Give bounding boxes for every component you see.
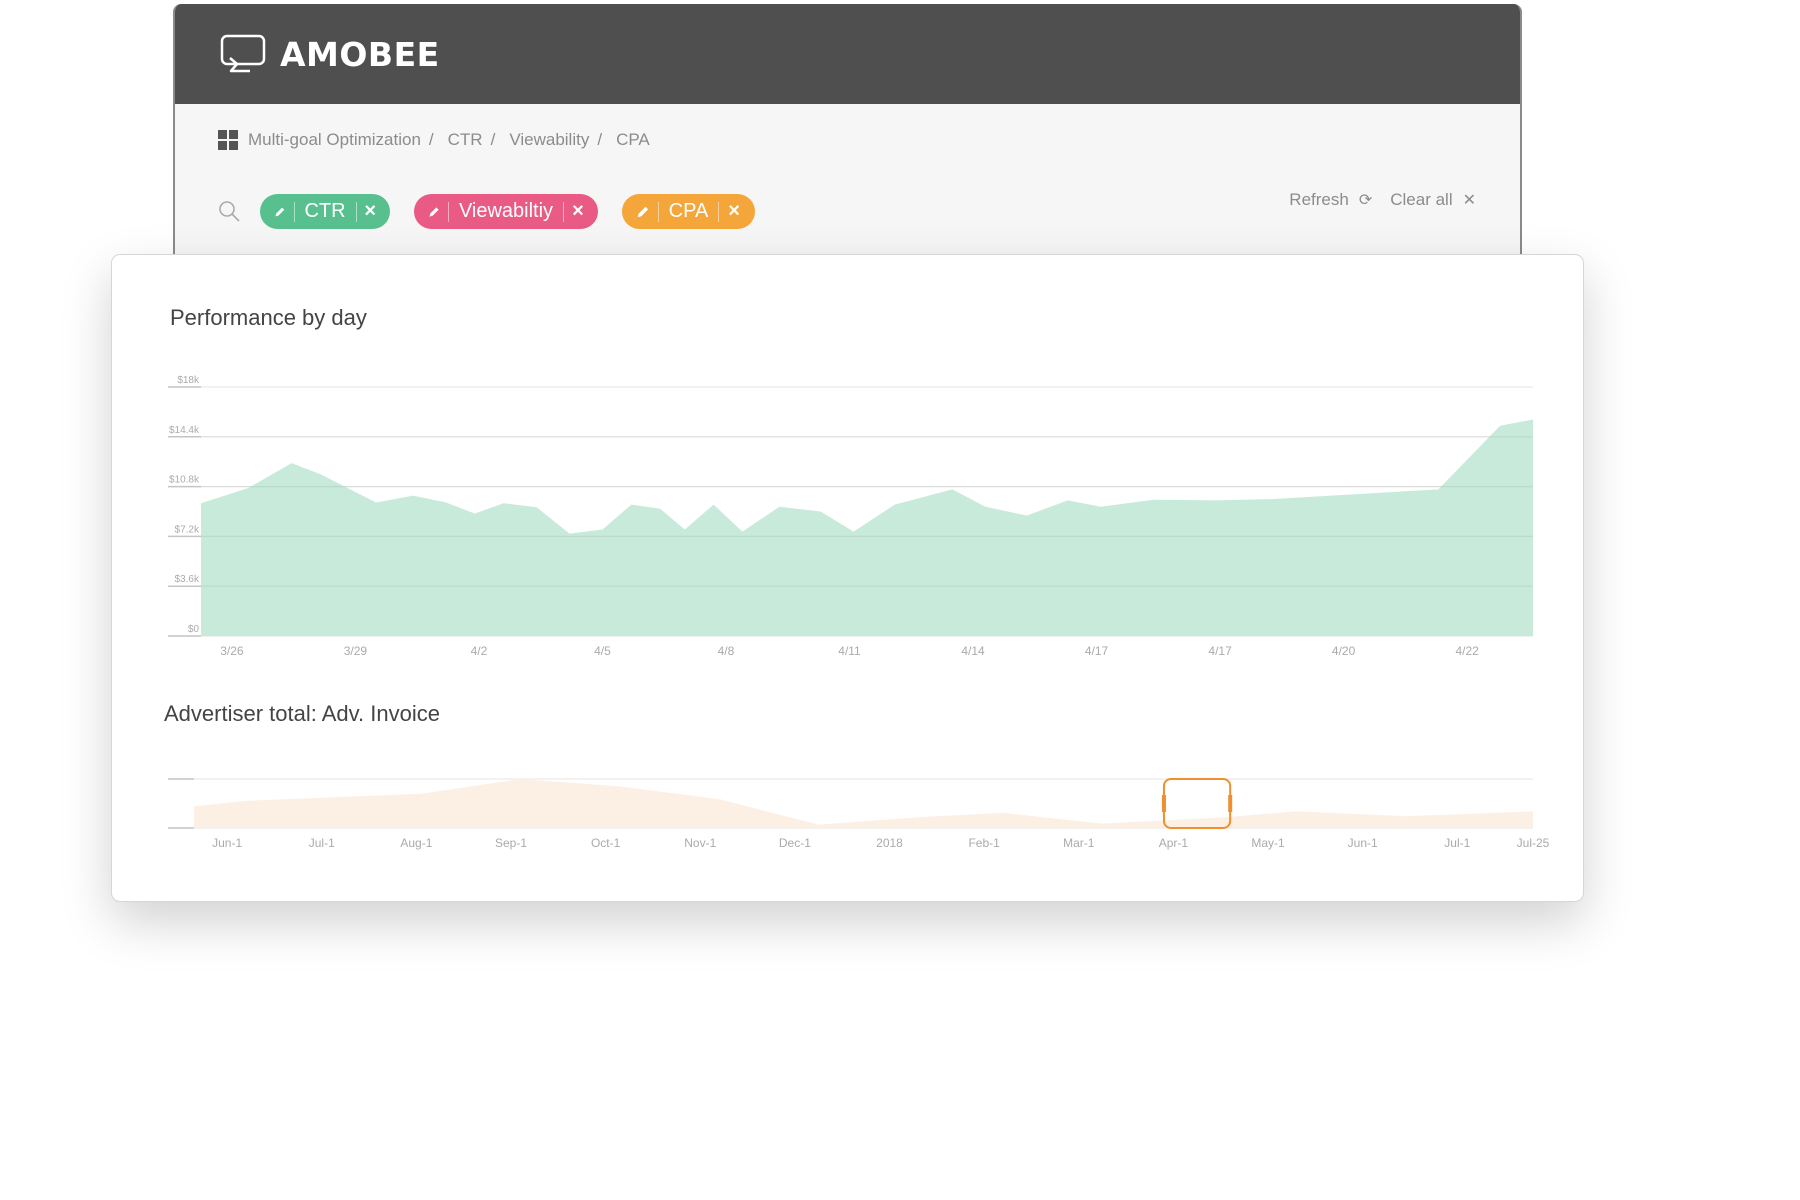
- pill-divider: [355, 201, 357, 222]
- x-tick-label: 4/17: [1208, 644, 1232, 658]
- x-tick-label: 3/29: [344, 644, 368, 658]
- pill-label: Viewabiltiy: [458, 200, 554, 222]
- pill-label: CTR: [304, 200, 346, 222]
- refresh-label: Refresh: [1289, 190, 1349, 209]
- brand-name: AMOBEE: [280, 34, 440, 74]
- x-tick-label: 4/22: [1455, 644, 1479, 658]
- pencil-icon[interactable]: [636, 204, 650, 220]
- x-tick-label: Jun-1: [212, 836, 242, 850]
- x-tick-label: 4/17: [1085, 644, 1109, 658]
- x-tick-label: Jul-1: [309, 836, 335, 850]
- x-tick-label: 2018: [876, 836, 903, 850]
- filter-pill-ctr[interactable]: CTR ×: [260, 194, 390, 229]
- y-tick-label: $10.8k: [169, 475, 200, 486]
- breadcrumb-separator: /: [490, 130, 496, 149]
- close-icon[interactable]: ×: [364, 200, 376, 223]
- y-tick-label: $0: [188, 624, 200, 635]
- x-tick-label: May-1: [1251, 836, 1285, 850]
- y-tick-label: $3.6k: [175, 574, 200, 585]
- pill-label: CPA: [668, 200, 709, 222]
- series-area-invoice: [194, 779, 1533, 828]
- close-icon[interactable]: ×: [727, 200, 741, 223]
- breadcrumb-item[interactable]: CPA: [616, 130, 650, 150]
- x-tick-label: Sep-1: [495, 836, 527, 850]
- close-icon: ✕: [1462, 192, 1476, 209]
- x-tick-label: Aug-1: [400, 836, 432, 850]
- breadcrumb-separator: /: [428, 130, 434, 149]
- x-tick-label: 4/20: [1332, 644, 1356, 658]
- refresh-icon: ⟳: [1358, 192, 1373, 209]
- performance-card: Performance by day Advertiser total: Adv…: [111, 254, 1584, 902]
- x-tick-label: Jul-25: [1517, 836, 1550, 850]
- filter-pill-cpa[interactable]: CPA ×: [622, 194, 755, 229]
- clear-all-button[interactable]: Clear all ✕: [1390, 190, 1476, 210]
- x-tick-label: Dec-1: [779, 836, 811, 850]
- monitor-icon: [220, 34, 266, 73]
- pencil-icon[interactable]: [428, 204, 440, 220]
- pill-divider: [293, 201, 295, 222]
- breadcrumb-separator: /: [597, 130, 603, 149]
- x-tick-label: Apr-1: [1159, 836, 1189, 850]
- filter-bar: CTR × Viewabiltiy × CPA ×: [218, 194, 779, 229]
- pencil-icon[interactable]: [274, 204, 286, 220]
- pill-divider: [563, 201, 564, 222]
- pill-divider: [448, 201, 449, 222]
- breadcrumb: Multi-goal Optimization / CTR / Viewabil…: [218, 130, 656, 150]
- brand-logo[interactable]: AMOBEE: [220, 34, 440, 74]
- close-icon[interactable]: ×: [572, 200, 584, 223]
- x-tick-label: Jun-1: [1348, 836, 1378, 850]
- breadcrumb-item[interactable]: CTR: [448, 130, 483, 150]
- x-tick-label: Jul-1: [1444, 836, 1470, 850]
- x-tick-label: 4/11: [838, 644, 861, 658]
- dashboard-icon: [218, 130, 238, 150]
- pill-divider: [718, 201, 720, 222]
- series-area-performance: [201, 419, 1533, 636]
- clear-all-label: Clear all: [1390, 190, 1453, 209]
- x-tick-label: 4/5: [594, 644, 611, 658]
- breadcrumb-item[interactable]: Viewability: [509, 130, 589, 150]
- x-tick-label: 4/14: [961, 644, 985, 658]
- x-tick-label: Feb-1: [968, 836, 1000, 850]
- x-tick-label: Mar-1: [1063, 836, 1095, 850]
- top-bar: AMOBEE: [175, 4, 1520, 104]
- app-window: AMOBEE Multi-goal Optimization / CTR / V…: [173, 4, 1522, 294]
- x-tick-label: Nov-1: [684, 836, 716, 850]
- x-tick-label: 4/8: [718, 644, 735, 658]
- charts-canvas: $0 $3.6k $7.2k $10.8k $14.4k $18k 3/26 3/29 4/2 4…: [168, 375, 1550, 850]
- y-tick-label: $7.2k: [175, 524, 200, 535]
- x-tick-label: 4/2: [471, 644, 488, 658]
- refresh-button[interactable]: Refresh ⟳: [1289, 190, 1372, 210]
- filter-pill-viewability[interactable]: Viewabiltiy ×: [414, 194, 598, 229]
- filter-actions: Refresh ⟳ Clear all ✕: [1271, 190, 1476, 210]
- x-tick-label: Oct-1: [591, 836, 621, 850]
- x-tick-label: 3/26: [220, 644, 244, 658]
- breadcrumb-item[interactable]: Multi-goal Optimization: [248, 130, 421, 150]
- y-tick-label: $14.4k: [169, 425, 200, 436]
- y-tick-label: $18k: [177, 375, 200, 386]
- pill-divider: [657, 201, 659, 222]
- search-icon[interactable]: [218, 200, 242, 224]
